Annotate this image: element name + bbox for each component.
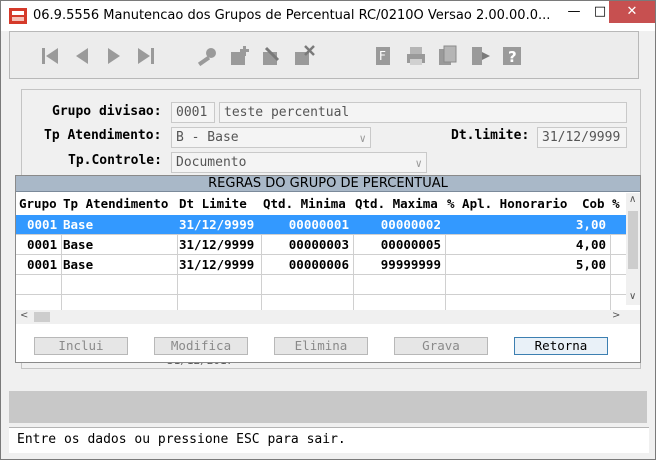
key-search-icon[interactable]	[194, 42, 222, 70]
toolbar: F ?	[9, 31, 639, 79]
svg-text:F: F	[379, 49, 386, 63]
scroll-down-icon[interactable]: ∨	[629, 291, 636, 302]
svg-text:?: ?	[508, 48, 517, 66]
delete-record-icon[interactable]	[290, 42, 318, 70]
col-qtd-minima[interactable]: Qtd. Minima	[263, 193, 355, 215]
col-tp-atendimento[interactable]: Tp Atendimento	[63, 193, 179, 215]
bottom-band	[9, 391, 647, 423]
window-title: 06.9.5556 Manutencao dos Grupos de Perce…	[33, 8, 551, 23]
cell-qtd-maxima: 99999999	[380, 257, 441, 272]
table-row[interactable]: 0001 Base 31/12/9999 00000006 99999999 5…	[16, 255, 626, 275]
cell-tp-atendimento: Base	[63, 217, 94, 232]
modifica-button[interactable]: Modifica	[154, 337, 248, 355]
dt-limite-field[interactable]: 31/12/9999	[537, 127, 627, 148]
cell-cob-pct	[612, 255, 626, 274]
cell-tp-atendimento: Base	[63, 257, 94, 272]
previous-record-icon[interactable]	[68, 42, 96, 70]
col-pct-honorario[interactable]: % Apl. Honorario	[447, 193, 582, 215]
app-icon	[9, 8, 27, 24]
cell-pct-honorario: 3,00	[575, 217, 606, 232]
cell-cob-pct	[612, 215, 626, 234]
cell-tp-atendimento: Base	[63, 237, 94, 252]
tp-controle-label: Tp.Controle:	[68, 153, 162, 168]
app-window: 06.9.5556 Manutencao dos Grupos de Perce…	[0, 0, 656, 460]
cell-grupo: 0001	[27, 257, 58, 272]
cell-qtd-maxima: 00000005	[380, 237, 441, 252]
vertical-scroll-thumb[interactable]	[628, 211, 638, 269]
cell-cob-pct	[612, 235, 626, 254]
add-record-icon[interactable]	[226, 42, 254, 70]
title-bar: 06.9.5556 Manutencao dos Grupos de Perce…	[1, 1, 655, 31]
cell-qtd-minima: 00000001	[288, 217, 349, 232]
rules-grid-panel: REGRAS DO GRUPO DE PERCENTUAL Grupo Tp A…	[15, 175, 641, 363]
print-icon[interactable]	[402, 42, 430, 70]
cell-grupo: 0001	[27, 217, 58, 232]
edit-record-icon[interactable]	[258, 42, 286, 70]
tp-atendimento-value: B - Base	[176, 130, 239, 145]
cell-grupo: 0001	[27, 237, 58, 252]
col-dt-limite[interactable]: Dt Limite	[179, 193, 263, 215]
cell-dt-limite: 31/12/9999	[179, 237, 255, 252]
grupo-code-field[interactable]: 0001	[171, 102, 215, 123]
cell-qtd-maxima: 00000002	[380, 217, 441, 232]
grava-button[interactable]: Grava	[394, 337, 488, 355]
cell-dt-limite: 31/12/9999	[179, 217, 255, 232]
first-record-icon[interactable]	[36, 42, 64, 70]
vertical-scrollbar[interactable]: ∧ ∨	[626, 193, 640, 305]
filter-icon[interactable]: F	[370, 42, 398, 70]
col-grupo[interactable]: Grupo	[19, 193, 63, 215]
horizontal-scroll-thumb[interactable]	[34, 312, 50, 322]
cell-dt-limite: 31/12/9999	[179, 257, 255, 272]
grid-header: Grupo Tp Atendimento Dt Limite Qtd. Mini…	[16, 193, 626, 215]
tp-controle-select[interactable]: Documento ∨	[171, 152, 427, 173]
table-row[interactable]: 0001 Base 31/12/9999 00000003 00000005 4…	[16, 235, 626, 255]
copy-icon[interactable]	[434, 42, 462, 70]
exit-icon[interactable]	[466, 42, 494, 70]
cell-qtd-minima: 00000006	[288, 257, 349, 272]
horizontal-scrollbar[interactable]: < >	[16, 310, 640, 324]
table-row[interactable]	[16, 275, 626, 295]
chevron-down-icon: ∨	[415, 157, 422, 170]
cell-qtd-minima: 00000003	[288, 237, 349, 252]
scroll-up-icon[interactable]: ∧	[629, 194, 636, 205]
tp-atendimento-label: Tp Atendimento:	[44, 128, 162, 143]
status-bar: Entre os dados ou pressione ESC para sai…	[9, 427, 649, 453]
tp-atendimento-select[interactable]: B - Base ∨	[171, 127, 371, 148]
col-qtd-maxima[interactable]: Qtd. Maxima	[355, 193, 447, 215]
next-record-icon[interactable]	[100, 42, 128, 70]
inclui-button[interactable]: Inclui	[34, 337, 128, 355]
retorna-button[interactable]: Retorna	[514, 337, 608, 355]
dt-limite-label: Dt.limite:	[451, 128, 530, 143]
grupo-label: Grupo divisao:	[52, 104, 162, 119]
cell-pct-honorario: 4,00	[575, 237, 606, 252]
tp-controle-value: Documento	[176, 155, 247, 170]
col-cob-pct[interactable]: Cob %	[582, 193, 626, 215]
grupo-desc-field[interactable]: teste percentual	[219, 102, 627, 123]
table-row[interactable]: 0001 Base 31/12/9999 00000001 00000002 3…	[16, 215, 626, 235]
scroll-left-icon[interactable]: <	[20, 310, 28, 321]
scroll-right-icon[interactable]: >	[612, 310, 620, 321]
chevron-down-icon: ∨	[359, 132, 366, 145]
close-button[interactable]: ✕	[609, 1, 655, 23]
cell-pct-honorario: 5,00	[575, 257, 606, 272]
grid-title: REGRAS DO GRUPO DE PERCENTUAL	[16, 176, 640, 192]
elimina-button[interactable]: Elimina	[274, 337, 368, 355]
help-icon[interactable]: ?	[498, 42, 526, 70]
last-record-icon[interactable]	[132, 42, 160, 70]
